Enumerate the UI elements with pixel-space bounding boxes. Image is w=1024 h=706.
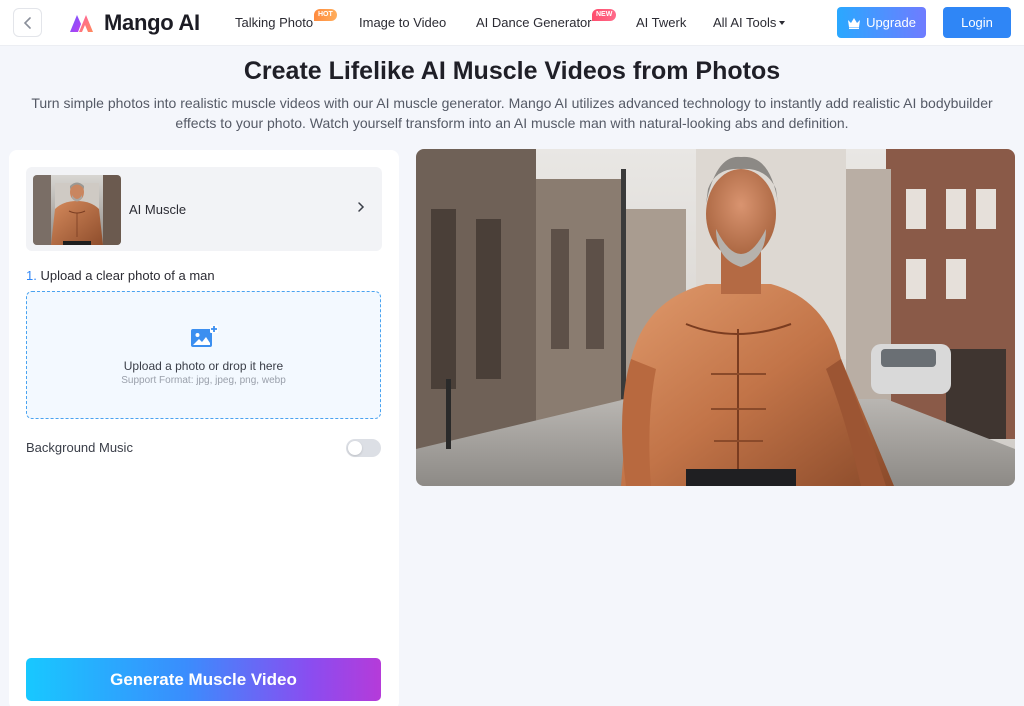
upgrade-label: Upgrade bbox=[866, 15, 916, 30]
upgrade-button[interactable]: Upgrade bbox=[837, 7, 926, 38]
background-music-label: Background Music bbox=[26, 440, 133, 455]
upload-instruction: Upload a photo or drop it here bbox=[123, 359, 284, 373]
upload-dropzone[interactable]: Upload a photo or drop it here Support F… bbox=[26, 291, 381, 419]
nav-all-ai-tools[interactable]: All AI Tools bbox=[713, 15, 786, 30]
back-button[interactable] bbox=[13, 8, 42, 37]
step-text: Upload a clear photo of a man bbox=[40, 268, 215, 283]
step-number: 1. bbox=[26, 268, 37, 283]
nav-label: Talking Photo bbox=[235, 15, 314, 30]
template-selector[interactable]: AI Muscle bbox=[26, 167, 382, 251]
crown-icon bbox=[848, 17, 861, 29]
nav-label: Image to Video bbox=[359, 15, 447, 30]
login-label: Login bbox=[961, 15, 993, 30]
logo-text: Mango AI bbox=[104, 10, 200, 35]
nav-label: All AI Tools bbox=[713, 15, 777, 30]
generate-muscle-video-button[interactable]: Generate Muscle Video bbox=[26, 658, 381, 701]
mango-logo-icon bbox=[70, 15, 93, 32]
nav-talking-photo[interactable]: Talking Photo bbox=[235, 15, 313, 30]
upload-formats: Support Format: jpg, jpeg, png, webp bbox=[121, 375, 286, 386]
tool-panel: AI Muscle 1. Upload a clear photo of a m… bbox=[9, 150, 399, 706]
nav-image-to-video[interactable]: Image to Video bbox=[359, 15, 446, 30]
background-music-toggle[interactable] bbox=[346, 439, 381, 457]
chevron-right-icon bbox=[358, 202, 365, 212]
preview-image bbox=[416, 149, 1015, 486]
nav-ai-twerk[interactable]: AI Twerk bbox=[636, 15, 686, 30]
image-plus-icon bbox=[191, 325, 218, 347]
chevron-left-icon bbox=[23, 16, 31, 29]
upload-step-label: 1. Upload a clear photo of a man bbox=[26, 268, 215, 283]
nav-label: AI Dance Generator bbox=[476, 15, 592, 30]
nav-ai-dance-generator[interactable]: AI Dance Generator bbox=[476, 15, 592, 30]
hot-badge: HOT bbox=[314, 9, 337, 21]
top-navigation-bar: Mango AI Talking Photo HOT Image to Vide… bbox=[0, 0, 1024, 46]
page-title: Create Lifelike AI Muscle Videos from Ph… bbox=[243, 57, 781, 85]
login-button[interactable]: Login bbox=[943, 7, 1011, 38]
caret-down-icon bbox=[779, 21, 786, 25]
logo[interactable]: Mango AI bbox=[68, 9, 200, 37]
nav-label: AI Twerk bbox=[636, 15, 687, 30]
template-thumbnail bbox=[33, 175, 121, 245]
generate-label: Generate Muscle Video bbox=[110, 669, 297, 689]
toggle-knob bbox=[348, 441, 362, 455]
page-subtitle: Turn simple photos into realistic muscle… bbox=[31, 95, 993, 131]
template-name: AI Muscle bbox=[129, 202, 187, 217]
new-badge: NEW bbox=[592, 9, 617, 21]
